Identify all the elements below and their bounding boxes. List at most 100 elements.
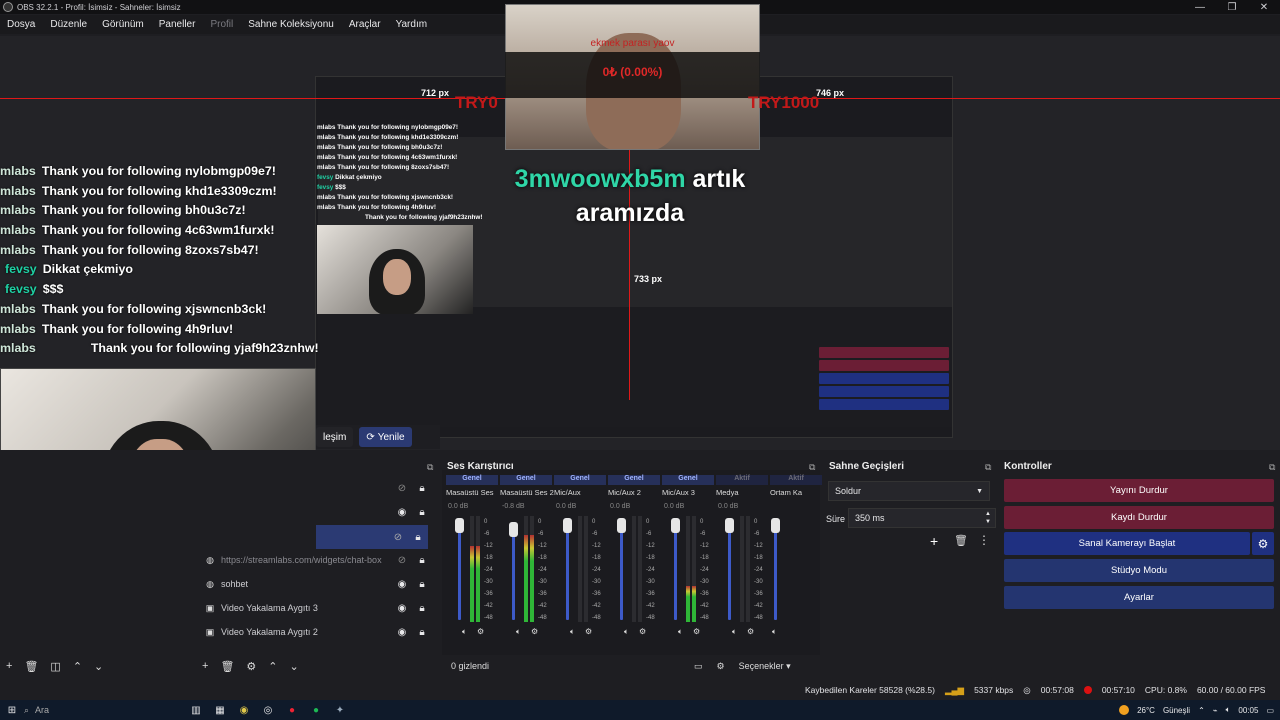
menu-gorunum[interactable]: Görünüm	[102, 19, 144, 30]
filter-icon[interactable]: ◫	[50, 660, 60, 673]
move-down-icon[interactable]: ⌄	[290, 660, 299, 673]
volume-fader-track[interactable]	[458, 522, 461, 620]
volume-fader-handle[interactable]	[725, 518, 734, 533]
trash-icon[interactable]: 🗑︎	[954, 534, 968, 547]
eye-icon[interactable]: ◉	[392, 627, 412, 638]
lock-icon[interactable]: 🔒︎	[412, 627, 432, 638]
taskbar-search[interactable]: ⌕ Ara	[24, 705, 184, 716]
trash-icon[interactable]: 🗑︎	[24, 660, 38, 673]
record-app-icon[interactable]: ●	[280, 705, 304, 716]
eye-icon[interactable]: ◉	[392, 603, 412, 614]
lock-icon[interactable]: 🔒︎	[412, 507, 432, 518]
menu-paneller[interactable]: Paneller	[159, 19, 196, 30]
eye-hidden-icon[interactable]: ⊘	[392, 483, 412, 494]
speaker-icon[interactable]: 🔈︎	[772, 627, 777, 637]
controls-undock-icon[interactable]: ⧉	[1269, 462, 1275, 473]
speaker-icon[interactable]: 🔈︎	[570, 627, 575, 636]
steam-icon[interactable]: ✦	[328, 705, 352, 716]
volume-icon[interactable]: 🔈︎	[1226, 705, 1231, 715]
eye-hidden-icon[interactable]: ⊘	[388, 532, 408, 543]
clock[interactable]: 00:05	[1238, 706, 1258, 715]
transition-select[interactable]: Soldur ▼	[828, 481, 990, 501]
source-row[interactable]: ◍ https://streamlabs.com/widgets/chat-bo…	[198, 548, 432, 572]
volume-fader-handle[interactable]	[671, 518, 680, 533]
mixer-channel-name[interactable]: Masaüstü Ses	[446, 488, 494, 497]
menu-dosya[interactable]: Dosya	[7, 19, 35, 30]
studio-mode-button[interactable]: Stüdyo Modu	[1004, 559, 1274, 582]
gear-icon[interactable]: ⚙	[246, 660, 256, 673]
add-scene-icon[interactable]: +	[6, 660, 12, 672]
speaker-icon[interactable]: 🔈︎	[624, 627, 629, 636]
volume-fader-track[interactable]	[620, 522, 623, 620]
lock-icon[interactable]: 🔒︎	[408, 532, 428, 543]
mixer-channel-name[interactable]: Ortam Ka	[770, 488, 802, 497]
tray-chevron-icon[interactable]: ⌃	[1198, 706, 1205, 715]
eye-icon[interactable]: ◉	[392, 507, 412, 518]
restore-button[interactable]: ❐	[1216, 2, 1248, 13]
lock-icon[interactable]: 🔒︎	[412, 603, 432, 614]
channel-settings-icon[interactable]: ⚙	[475, 627, 484, 636]
stop-streaming-button[interactable]: Yayını Durdur	[1004, 479, 1274, 502]
volume-fader-track[interactable]	[728, 522, 731, 620]
lock-icon[interactable]: 🔒︎	[412, 483, 432, 494]
channel-settings-icon[interactable]: ⚙	[529, 627, 538, 636]
move-up-icon[interactable]: ⌃	[73, 660, 82, 673]
start-virtual-camera-button[interactable]: Sanal Kamerayı Başlat	[1004, 532, 1250, 555]
notification-icon[interactable]: ▭	[1266, 706, 1274, 715]
settings-button[interactable]: Ayarlar	[1004, 586, 1274, 609]
mixer-channel-name[interactable]: Mic/Aux 2	[608, 488, 641, 497]
duration-input[interactable]: 350 ms ▲ ▼	[848, 508, 996, 528]
mixer-channel-name[interactable]: Medya	[716, 488, 739, 497]
trash-icon[interactable]: 🗑︎	[220, 660, 234, 673]
channel-settings-icon[interactable]: ⚙	[691, 627, 700, 636]
menu-sahne-koleksiyonu[interactable]: Sahne Koleksiyonu	[248, 19, 334, 30]
explorer-icon[interactable]: ▦	[208, 705, 232, 716]
speaker-icon[interactable]: 🔈︎	[516, 627, 521, 636]
network-icon[interactable]: ⌁	[1213, 706, 1218, 715]
volume-fader-handle[interactable]	[455, 518, 464, 533]
volume-fader-track[interactable]	[566, 522, 569, 620]
lock-icon[interactable]: 🔒︎	[412, 579, 432, 590]
volume-fader-handle[interactable]	[617, 518, 626, 533]
stop-recording-button[interactable]: Kaydı Durdur	[1004, 506, 1274, 529]
move-down-icon[interactable]: ⌄	[94, 660, 103, 673]
volume-fader-handle[interactable]	[771, 518, 780, 533]
source-row[interactable]: ▣ Video Yakalama Aygıtı 3 ◉ 🔒︎	[198, 596, 432, 620]
menu-profil[interactable]: Profil	[210, 19, 233, 30]
obs-icon[interactable]: ◎	[256, 705, 280, 716]
transitions-undock-icon[interactable]: ⧉	[985, 462, 991, 473]
mixer-channel-name[interactable]: Mic/Aux 3	[662, 488, 695, 497]
source-row[interactable]: ◍ sohbet ◉ 🔒︎	[198, 572, 432, 596]
volume-fader-handle[interactable]	[563, 518, 572, 533]
source-row[interactable]: ▣ Video Yakalama Aygıtı 2 ◉ 🔒︎	[198, 620, 432, 644]
speaker-icon[interactable]: 🔈︎	[732, 627, 737, 636]
spinner-icon[interactable]: ▲ ▼	[985, 510, 991, 526]
properties-button[interactable]: leşim	[316, 427, 354, 447]
move-up-icon[interactable]: ⌃	[268, 660, 277, 673]
source-row[interactable]: ⊘ 🔒︎	[198, 476, 432, 500]
minimize-button[interactable]: —	[1184, 2, 1216, 13]
menu-duzenle[interactable]: Düzenle	[50, 19, 87, 30]
volume-fader-track[interactable]	[774, 522, 777, 620]
volume-fader-handle[interactable]	[509, 522, 518, 537]
advanced-audio-icon[interactable]: ⚙	[717, 661, 725, 672]
windows-start-icon[interactable]: ⊞	[0, 705, 24, 716]
source-row-selected[interactable]: ⊘ 🔒︎	[316, 525, 428, 549]
eye-hidden-icon[interactable]: ⊘	[392, 555, 412, 566]
volume-fader-track[interactable]	[674, 522, 677, 620]
layout-icon[interactable]: ▭	[694, 661, 703, 672]
source-row[interactable]: ◉ 🔒︎	[198, 500, 432, 524]
lock-icon[interactable]: 🔒︎	[412, 555, 432, 566]
speaker-icon[interactable]: 🔈︎	[462, 627, 467, 636]
refresh-button[interactable]: ⟳ Yenile	[359, 427, 412, 447]
virtual-camera-settings-button[interactable]: ⚙	[1252, 532, 1274, 555]
channel-settings-icon[interactable]: ⚙	[583, 627, 592, 636]
close-button[interactable]: ✕	[1248, 2, 1280, 13]
mixer-channel-name[interactable]: Masaüstü Ses 2	[500, 488, 554, 497]
more-icon[interactable]: ⋮	[978, 533, 990, 547]
add-transition-icon[interactable]: +	[930, 533, 938, 549]
add-source-icon[interactable]: +	[202, 660, 208, 672]
task-view-icon[interactable]: ▥	[184, 705, 208, 716]
chrome-icon[interactable]: ◉	[232, 705, 256, 716]
channel-settings-icon[interactable]: ⚙	[637, 627, 646, 636]
